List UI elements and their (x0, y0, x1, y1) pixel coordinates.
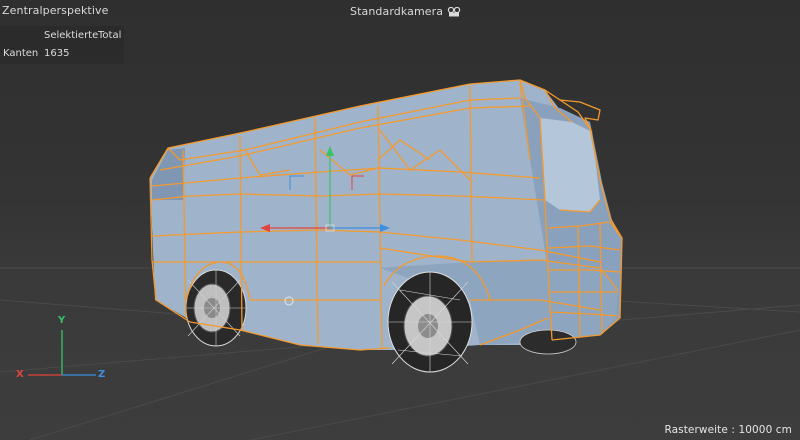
grid-spacing-label: Rasterweite : 10000 cm (664, 424, 792, 436)
stats-row-edges: Kanten (3, 48, 39, 59)
viewport-title[interactable]: Zentralperspektive (2, 4, 108, 17)
axis-y-label: Y (58, 315, 66, 326)
stats-panel: Selektierte Total Kanten 1635 (0, 26, 124, 64)
axis-x-label: X (16, 369, 24, 380)
stats-col-total: Total (98, 30, 122, 41)
camera-selector[interactable]: Standardkamera (350, 5, 461, 18)
stats-selected-value: 1635 (44, 48, 70, 59)
camera-icon (447, 6, 461, 16)
axis-z-label: Z (98, 369, 106, 380)
front-wheel[interactable] (387, 271, 473, 373)
3d-viewport[interactable]: Zentralperspektive Standardkamera Selekt… (0, 0, 800, 440)
rear-wheel[interactable] (185, 269, 247, 347)
viewport-scene[interactable] (0, 0, 800, 440)
world-axis-indicator (28, 330, 96, 376)
camera-label: Standardkamera (350, 5, 444, 18)
hidden-front-wheel (519, 329, 577, 355)
bus-rear-window (152, 148, 185, 200)
stats-col-selected: Selektierte (44, 30, 99, 41)
